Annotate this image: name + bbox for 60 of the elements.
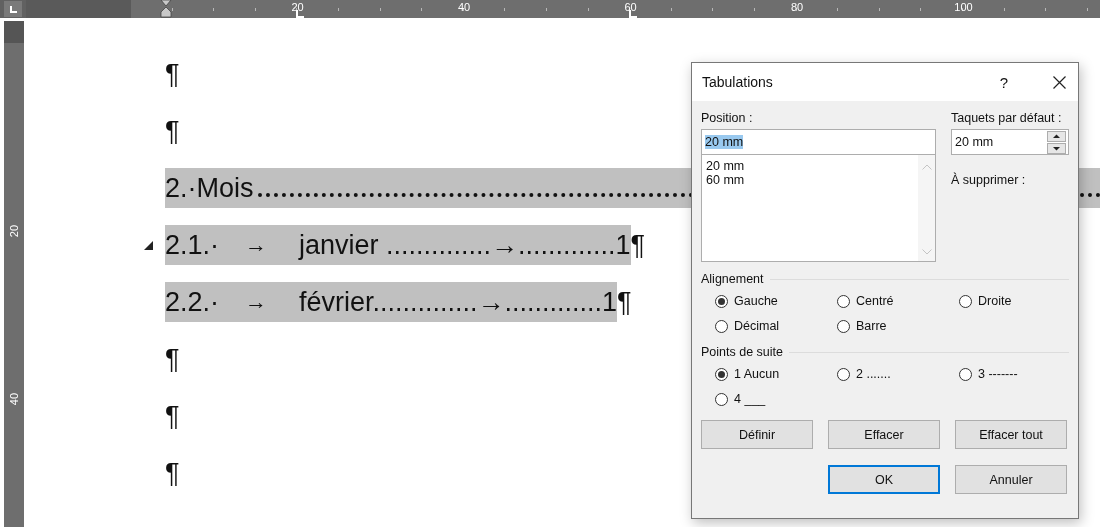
ruler-number: 40 bbox=[456, 1, 472, 13]
close-icon[interactable] bbox=[1053, 75, 1066, 89]
paragraph-mark: ¶ bbox=[165, 343, 180, 375]
radio-circle-icon[interactable] bbox=[837, 367, 850, 381]
alignment-radio[interactable]: Décimal bbox=[715, 317, 837, 335]
entry-number: 2.1.· bbox=[165, 229, 221, 261]
tab-selector-icon[interactable] bbox=[4, 1, 22, 17]
leader-radio[interactable]: 2 ....... bbox=[837, 365, 959, 383]
ruler-number: 20 bbox=[8, 223, 20, 240]
radio-circle-icon[interactable] bbox=[715, 294, 728, 308]
radio-circle-icon[interactable] bbox=[837, 294, 850, 308]
paragraph-mark: ¶ bbox=[617, 286, 632, 318]
paragraph-mark: ¶ bbox=[630, 229, 646, 261]
paragraph-mark: ¶ bbox=[165, 115, 180, 147]
tab-arrow: → bbox=[245, 232, 268, 258]
radio-circle-icon[interactable] bbox=[715, 319, 728, 333]
radio-circle-icon[interactable] bbox=[715, 392, 728, 406]
radio-circle-icon[interactable] bbox=[959, 294, 972, 308]
ruler-number: 100 bbox=[953, 1, 974, 13]
alignment-radio[interactable]: Droite bbox=[959, 292, 1069, 310]
help-button[interactable]: ? bbox=[999, 73, 1008, 91]
radio-circle-icon[interactable] bbox=[715, 367, 728, 381]
alignment-radio[interactable]: Gauche bbox=[715, 292, 837, 310]
entry-number: 2.2.· bbox=[165, 286, 221, 318]
list-item[interactable]: 20 mm bbox=[706, 159, 918, 173]
dialog-title: Tabulations bbox=[702, 74, 774, 90]
entry-text: février..............→.............1 bbox=[299, 286, 618, 318]
clear-label: À supprimer : bbox=[951, 173, 1027, 189]
ruler-number: 80 bbox=[789, 1, 805, 13]
paragraph-mark: ¶ bbox=[165, 58, 180, 90]
dialog-button[interactable]: Définir bbox=[701, 420, 813, 449]
radio-circle-icon[interactable] bbox=[959, 367, 972, 381]
ruler-number: 60 bbox=[623, 1, 638, 13]
ruler-number: 20 bbox=[290, 1, 305, 13]
alignment-heading: Alignement bbox=[701, 272, 764, 286]
indent-marker-icon[interactable] bbox=[160, 0, 172, 18]
dialog-button[interactable]: OK bbox=[828, 465, 940, 494]
alignment-radio[interactable]: Barre bbox=[837, 317, 959, 335]
leader-heading: Points de suite bbox=[701, 345, 783, 359]
position-label: Position : bbox=[701, 111, 754, 127]
default-stops-label: Taquets par défaut : bbox=[951, 111, 1063, 127]
ruler-number: 40 bbox=[8, 391, 20, 408]
paragraph-mark: ¶ bbox=[165, 400, 180, 432]
dialog-button[interactable]: Effacer tout bbox=[955, 420, 1067, 449]
dialog-button[interactable]: Annuler bbox=[955, 465, 1067, 494]
dialog-button[interactable]: Effacer bbox=[828, 420, 940, 449]
leader-radio[interactable]: 3 ------- bbox=[959, 365, 1069, 383]
alignment-radio[interactable]: Centré bbox=[837, 292, 959, 310]
heading-text: 2.·Mois bbox=[165, 172, 254, 204]
radio-circle-icon[interactable] bbox=[837, 319, 850, 333]
tab-stop-icon[interactable] bbox=[628, 10, 637, 18]
position-field[interactable]: 20 mm bbox=[701, 129, 936, 155]
leader-radio[interactable]: 4 ___ bbox=[715, 390, 837, 408]
leader-radio[interactable]: 1 Aucun bbox=[715, 365, 837, 383]
list-item[interactable]: 60 mm bbox=[706, 173, 918, 187]
collapse-triangle-icon[interactable] bbox=[144, 241, 153, 250]
entry-text: janvier ..............→.............1 bbox=[299, 229, 631, 261]
paragraph-mark: ¶ bbox=[165, 457, 180, 489]
tab-arrow: → bbox=[245, 289, 268, 315]
tab-stop-icon[interactable] bbox=[295, 10, 304, 18]
